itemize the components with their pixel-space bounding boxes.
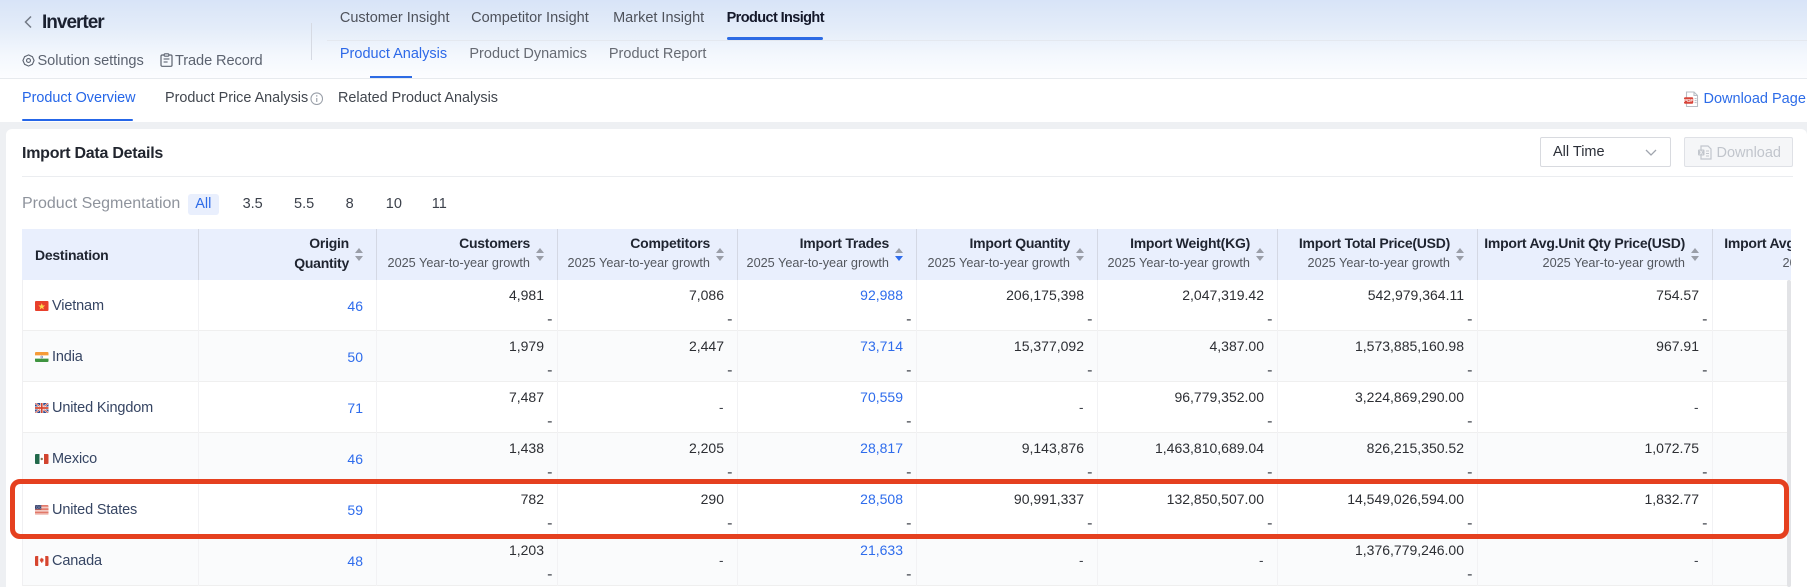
svg-text:X: X <box>1699 150 1703 156</box>
svg-text:PDF: PDF <box>1684 98 1693 103</box>
